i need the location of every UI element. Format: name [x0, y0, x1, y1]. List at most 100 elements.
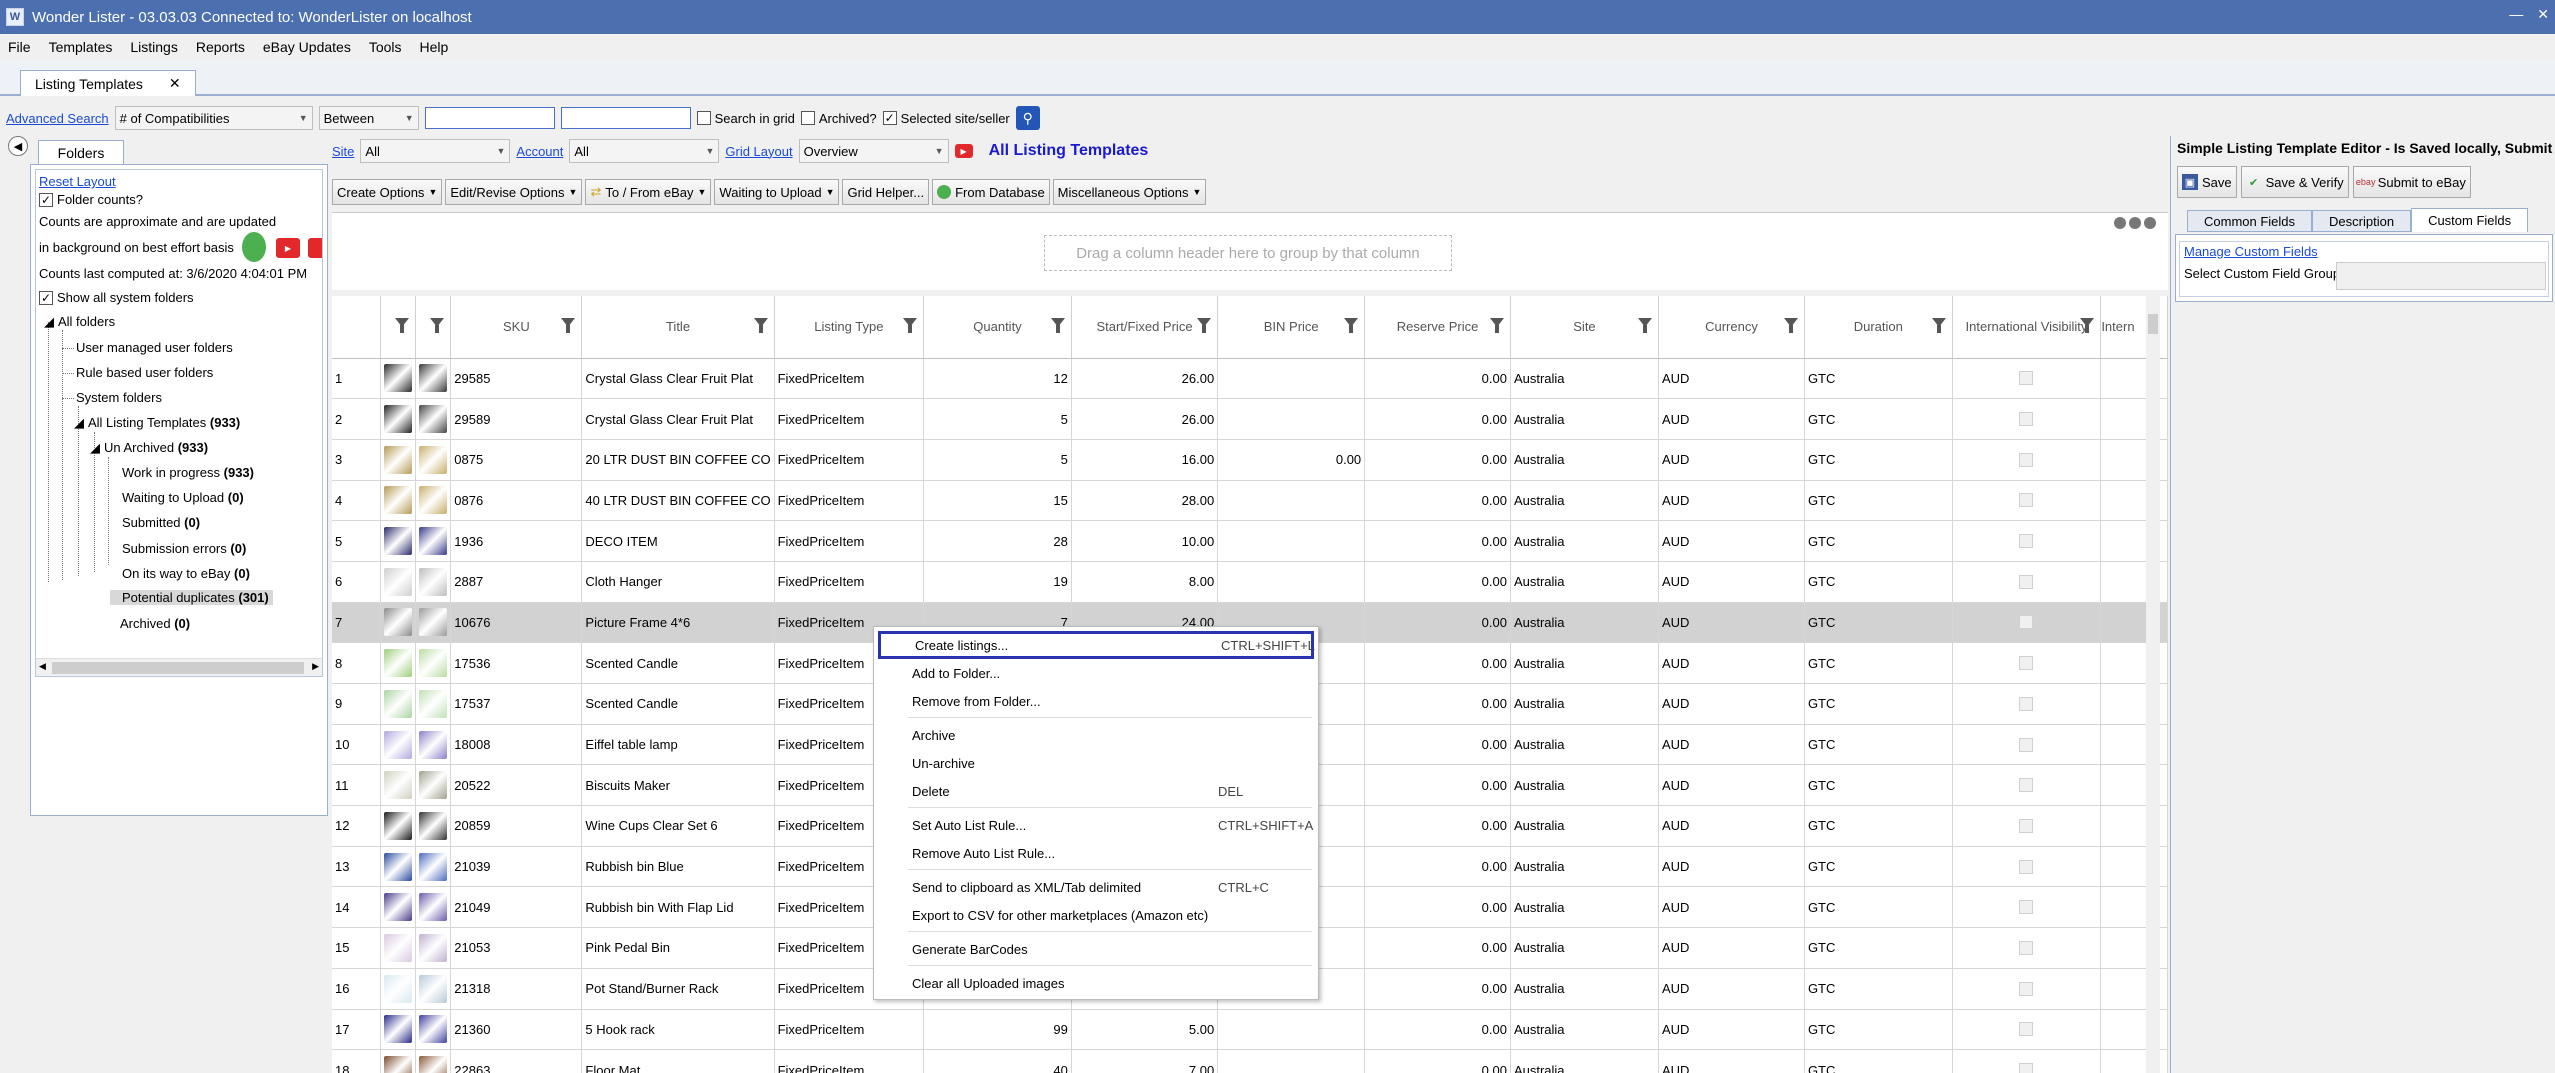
column-header-site[interactable]: Site [1510, 296, 1659, 359]
column-header-title[interactable]: Title [581, 296, 775, 359]
tree-node-rule-based[interactable]: Rule based user folders [76, 365, 213, 380]
menu-reports[interactable]: Reports [196, 39, 245, 55]
folder-counts-checkbox[interactable]: ✓ Folder counts? [39, 192, 143, 207]
tree-node-all-folders[interactable]: All folders [58, 314, 115, 329]
tab-folders[interactable]: Folders [38, 140, 124, 164]
table-row[interactable]: 3 0875 20 LTR DUST BIN COFFEE CO FixedPrice… [332, 439, 2168, 481]
youtube-icon[interactable]: ▶ [954, 144, 973, 158]
tab-description[interactable]: Description [2312, 210, 2412, 232]
collapse-panel-button[interactable]: ◀ [8, 136, 28, 156]
menu-item-archive[interactable]: Archive [878, 721, 1314, 749]
intl-visibility-cell[interactable] [1952, 439, 2102, 481]
intl-visibility-cell[interactable] [1952, 520, 2102, 562]
column-header-reserve-price[interactable]: Reserve Price [1364, 296, 1511, 359]
manage-custom-fields-link[interactable]: Manage Custom Fields [2184, 244, 2318, 259]
menu-item-send-to-clipboard[interactable]: Send to clipboard as XML/Tab delimited CT… [878, 873, 1314, 901]
intl-visibility-cell[interactable] [1952, 1009, 2102, 1051]
column-header-image1[interactable] [380, 296, 417, 359]
close-window-button[interactable]: ✕ [2537, 6, 2549, 23]
intl-visibility-cell[interactable] [1952, 724, 2102, 766]
menu-item-export-csv[interactable]: Export to CSV for other marketplaces (Am… [878, 901, 1314, 929]
group-by-zone[interactable]: Drag a column header here to group by th… [332, 212, 2168, 290]
tab-close-icon[interactable]: ✕ [169, 75, 181, 92]
scrollbar-thumb[interactable] [52, 662, 304, 674]
intl-visibility-cell[interactable] [1952, 642, 2102, 684]
menu-file[interactable]: File [8, 39, 31, 55]
filter-icon[interactable] [753, 318, 768, 333]
tree-node-potential-duplicates[interactable]: Potential duplicates (301) [110, 590, 273, 605]
intl-visibility-cell[interactable] [1952, 1049, 2102, 1073]
table-row[interactable]: 6 2887 Cloth Hanger FixedPriceItem 19 8.00 0.0… [332, 561, 2168, 603]
intl-visibility-cell[interactable] [1952, 927, 2102, 969]
more-options-icon[interactable] [2114, 217, 2156, 229]
intl-visibility-cell[interactable] [1952, 683, 2102, 725]
vertical-scrollbar[interactable] [2146, 296, 2160, 1073]
column-header-rownum[interactable] [332, 296, 382, 359]
tree-expand-icon[interactable]: ◢ [44, 314, 54, 330]
tree-node-on-way[interactable]: On its way to eBay (0) [122, 566, 250, 581]
selected-site-checkbox[interactable]: ✓ Selected site/seller [882, 111, 1010, 126]
tree-node-submitted[interactable]: Submitted (0) [122, 515, 200, 530]
to-from-ebay-button[interactable]: ⇄ To / From eBay ▼ [585, 179, 712, 205]
chevron-right-icon[interactable]: ▶ [312, 661, 319, 672]
save-verify-button[interactable]: ✔ Save & Verify [2240, 166, 2349, 198]
intl-visibility-cell[interactable] [1952, 602, 2102, 644]
intl-visibility-cell[interactable] [1952, 846, 2102, 888]
table-row[interactable]: 17 21360 5 Hook rack FixedPriceItem 99 5.00 0.… [332, 1009, 2168, 1051]
tree-expand-icon[interactable]: ◢ [74, 415, 84, 431]
search-field-select[interactable]: # of Compatibilities ▼ [114, 106, 313, 130]
intl-visibility-cell[interactable] [1952, 764, 2102, 807]
column-header-currency[interactable]: Currency [1658, 296, 1805, 359]
column-header-bin-price[interactable]: BIN Price [1217, 296, 1366, 359]
column-header-intl-visibility[interactable]: International Visibility [1952, 296, 2102, 359]
filter-icon[interactable] [1050, 318, 1065, 333]
filter-icon[interactable] [395, 318, 410, 333]
youtube-icon-2[interactable] [308, 238, 322, 258]
table-row[interactable]: 2 29589 Crystal Glass Clear Fruit Plat Fixe… [332, 398, 2168, 440]
column-header-image2[interactable] [415, 296, 452, 359]
menu-item-generate-barcodes[interactable]: Generate BarCodes [878, 935, 1314, 963]
edit-revise-options-button[interactable]: Edit/Revise Options ▼ [445, 179, 583, 205]
filter-icon[interactable] [1197, 318, 1212, 333]
advanced-search-link[interactable]: Advanced Search [6, 111, 109, 126]
custom-field-group-select[interactable] [2336, 262, 2546, 290]
menu-item-add-to-folder[interactable]: Add to Folder... [878, 659, 1314, 687]
column-header-listing-type[interactable]: Listing Type [774, 296, 925, 359]
refresh-icon[interactable] [242, 232, 266, 262]
tree-node-submission-errors[interactable]: Submission errors (0) [122, 541, 246, 556]
tree-node-waiting[interactable]: Waiting to Upload (0) [122, 490, 244, 505]
tree-node-work-in-progress[interactable]: Work in progress (933) [122, 465, 254, 480]
intl-visibility-cell[interactable] [1952, 886, 2102, 929]
tree-node-all-templates[interactable]: All Listing Templates (933) [88, 415, 240, 430]
menu-item-delete[interactable]: Delete DEL [878, 777, 1314, 805]
menu-ebay-updates[interactable]: eBay Updates [263, 39, 351, 55]
table-row[interactable]: 1 29585 Crystal Glass Clear Fruit Plat Fixe… [332, 358, 2168, 400]
misc-options-button[interactable]: Miscellaneous Options ▼ [1052, 179, 1207, 205]
menu-item-unarchive[interactable]: Un-archive [878, 749, 1314, 777]
intl-visibility-cell[interactable] [1952, 398, 2102, 440]
save-button[interactable]: ▣ Save [2177, 166, 2237, 198]
minimize-button[interactable]: — [2509, 6, 2523, 23]
reset-layout-link[interactable]: Reset Layout [39, 174, 116, 189]
tree-node-un-archived[interactable]: Un Archived (933) [104, 440, 208, 455]
filter-icon[interactable] [1489, 318, 1504, 333]
menu-item-clear-images[interactable]: Clear all Uploaded images [878, 969, 1314, 997]
table-row[interactable]: 4 0876 40 LTR DUST BIN COFFEE CO FixedPrice… [332, 480, 2168, 522]
search-button[interactable]: ⚲ [1015, 106, 1040, 130]
waiting-to-upload-button[interactable]: Waiting to Upload ▼ [714, 179, 840, 205]
column-header-duration[interactable]: Duration [1804, 296, 1953, 359]
show-all-folders-checkbox[interactable]: ✓ Show all system folders [39, 290, 194, 305]
column-header-quantity[interactable]: Quantity [923, 296, 1072, 359]
menu-templates[interactable]: Templates [49, 39, 113, 55]
create-options-button[interactable]: Create Options ▼ [332, 179, 443, 205]
intl-visibility-cell[interactable] [1952, 480, 2102, 522]
scrollbar-thumb[interactable] [2148, 314, 2158, 334]
grid-helper-button[interactable]: Grid Helper... [842, 179, 930, 205]
account-select[interactable]: All ▼ [569, 139, 720, 163]
intl-visibility-cell[interactable] [1952, 358, 2102, 400]
chevron-left-icon[interactable]: ◀ [39, 661, 46, 672]
tab-listing-templates[interactable]: Listing Templates ✕ [20, 70, 196, 96]
menu-tools[interactable]: Tools [369, 39, 402, 55]
filter-icon[interactable] [1344, 318, 1359, 333]
horizontal-scrollbar[interactable]: ◀ ▶ [36, 658, 322, 676]
